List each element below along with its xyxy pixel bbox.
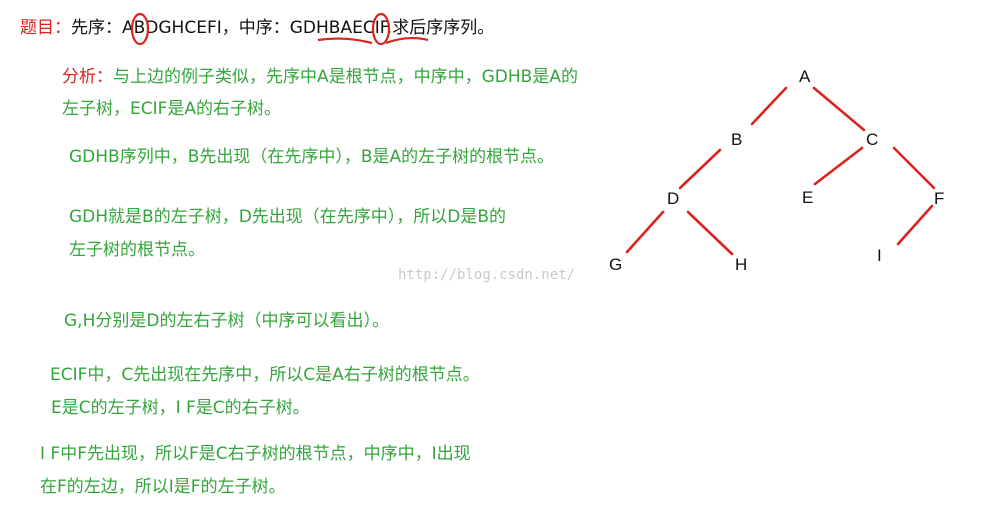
node-A: A <box>799 67 811 86</box>
node-E: E <box>802 188 813 207</box>
edge-D-G <box>625 210 665 254</box>
edge-C-E <box>813 146 864 186</box>
node-H: H <box>735 255 747 274</box>
edge-C-F <box>892 146 936 190</box>
node-B: B <box>731 130 742 149</box>
underline-right-subtree <box>385 36 429 45</box>
node-G: G <box>609 255 622 274</box>
edge-A-B <box>750 86 788 126</box>
root-circle-inorder <box>371 12 391 46</box>
node-C: C <box>866 130 878 149</box>
root-circle-preorder <box>130 12 150 46</box>
binary-tree-diagram: A B C D E F G H I http://blog.csdn.net/ <box>130 12 944 283</box>
watermark: http://blog.csdn.net/ <box>398 267 575 283</box>
node-F: F <box>934 189 944 208</box>
edge-A-C <box>812 86 866 132</box>
underline-left-subtree <box>317 37 373 45</box>
node-D: D <box>667 189 679 208</box>
edge-F-I <box>896 204 934 246</box>
edge-B-D <box>678 148 722 190</box>
edge-D-H <box>686 210 734 256</box>
node-I: I <box>877 246 882 265</box>
